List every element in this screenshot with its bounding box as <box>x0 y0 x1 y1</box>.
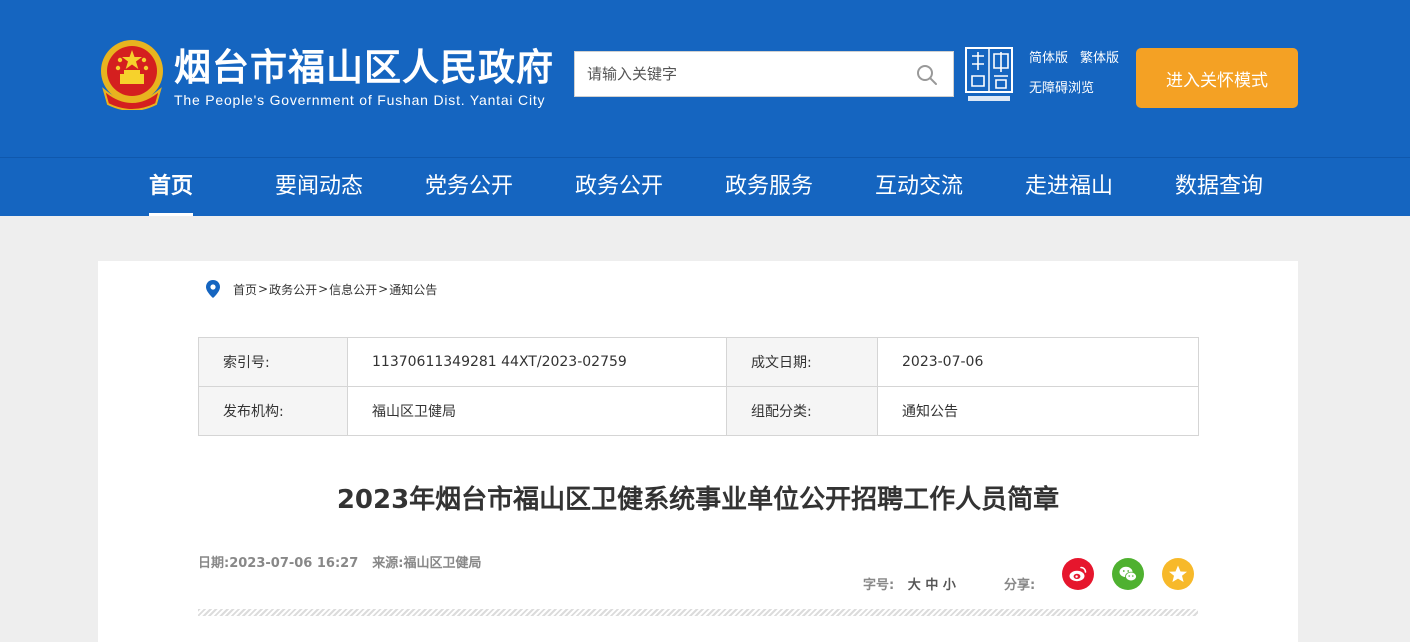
font-size-label: 字号: <box>863 578 895 593</box>
nav-item-interaction[interactable]: 互动交流 <box>875 158 963 216</box>
traditional-chinese-link[interactable]: 繁体版 <box>1080 51 1119 66</box>
language-links: 简体版 繁体版 <box>1029 47 1131 66</box>
nav-item-government-affairs[interactable]: 政务公开 <box>575 158 663 216</box>
search-input[interactable] <box>575 52 905 96</box>
publish-date: 日期:2023-07-06 16:27 <box>198 556 359 571</box>
nav-item-about-fushan[interactable]: 走进福山 <box>1025 158 1113 216</box>
written-date-label: 成文日期: <box>726 337 878 387</box>
qzone-share-button[interactable] <box>1162 558 1194 590</box>
map-pin-icon <box>206 280 220 298</box>
search-box <box>574 51 954 97</box>
weibo-share-button[interactable] <box>1062 558 1094 590</box>
table-row: 发布机构: 福山区卫健局 组配分类: 通知公告 <box>198 386 1199 436</box>
site-header: 烟台市福山区人民政府 The People's Government of Fu… <box>0 0 1410 157</box>
site-subtitle: The People's Government of Fushan Dist. … <box>174 92 546 108</box>
nav-item-news[interactable]: 要闻动态 <box>275 158 363 216</box>
font-size-small-button[interactable]: 小 <box>943 578 956 593</box>
wechat-icon <box>1119 566 1137 582</box>
font-size-controls: 字号: 大 中 小 <box>863 574 956 593</box>
article-source: 来源:福山区卫健局 <box>372 556 482 571</box>
breadcrumb-government-affairs[interactable]: 政务公开 <box>269 281 317 298</box>
simplified-chinese-link[interactable]: 简体版 <box>1029 51 1068 66</box>
category-value: 通知公告 <box>877 386 1199 436</box>
font-size-medium-button[interactable]: 中 <box>925 578 938 593</box>
qzone-star-icon <box>1169 565 1187 582</box>
care-mode-button[interactable]: 进入关怀模式 <box>1136 48 1298 108</box>
share-label: 分享: <box>1004 578 1036 593</box>
font-size-large-button[interactable]: 大 <box>908 578 921 593</box>
national-emblem-icon <box>101 40 163 110</box>
search-icon[interactable] <box>915 63 939 87</box>
breadcrumb-info-disclosure[interactable]: 信息公开 <box>329 281 377 298</box>
table-row: 索引号: 11370611349281 44XT/2023-02759 成文日期… <box>198 337 1199 387</box>
article-info: 日期:2023-07-06 16:27 来源:福山区卫健局 <box>198 552 481 571</box>
category-label: 组配分类: <box>726 386 878 436</box>
issuer-value: 福山区卫健局 <box>347 386 727 436</box>
document-meta-table: 索引号: 11370611349281 44XT/2023-02759 成文日期… <box>198 337 1199 436</box>
breadcrumb-home[interactable]: 首页 <box>233 281 257 298</box>
wechat-share-button[interactable] <box>1112 558 1144 590</box>
breadcrumb-separator: > <box>318 282 329 296</box>
china-yantai-logo-icon <box>965 47 1013 101</box>
site-title: 烟台市福山区人民政府 <box>174 46 554 89</box>
written-date-value: 2023-07-06 <box>877 337 1199 387</box>
breadcrumb-separator: > <box>378 282 389 296</box>
issuer-label: 发布机构: <box>198 386 348 436</box>
index-number-value: 11370611349281 44XT/2023-02759 <box>347 337 727 387</box>
main-nav: 首页 要闻动态 党务公开 政务公开 政务服务 互动交流 走进福山 数据查询 <box>0 157 1410 216</box>
breadcrumb: 首页 > 政务公开 > 信息公开 > 通知公告 <box>206 279 437 299</box>
article-container: 首页 > 政务公开 > 信息公开 > 通知公告 索引号: 11370611349… <box>98 261 1298 642</box>
section-divider <box>198 609 1198 616</box>
accessibility-link[interactable]: 无障碍浏览 <box>1029 77 1094 96</box>
nav-item-government-services[interactable]: 政务服务 <box>725 158 813 216</box>
index-number-label: 索引号: <box>198 337 348 387</box>
article-title: 2023年烟台市福山区卫健系统事业单位公开招聘工作人员简章 <box>336 485 1060 515</box>
nav-item-home[interactable]: 首页 <box>149 158 194 216</box>
weibo-icon <box>1069 566 1087 582</box>
breadcrumb-separator: > <box>258 282 269 296</box>
nav-item-party-affairs[interactable]: 党务公开 <box>425 158 513 216</box>
nav-item-data-query[interactable]: 数据查询 <box>1175 158 1263 216</box>
breadcrumb-notices[interactable]: 通知公告 <box>389 281 437 298</box>
